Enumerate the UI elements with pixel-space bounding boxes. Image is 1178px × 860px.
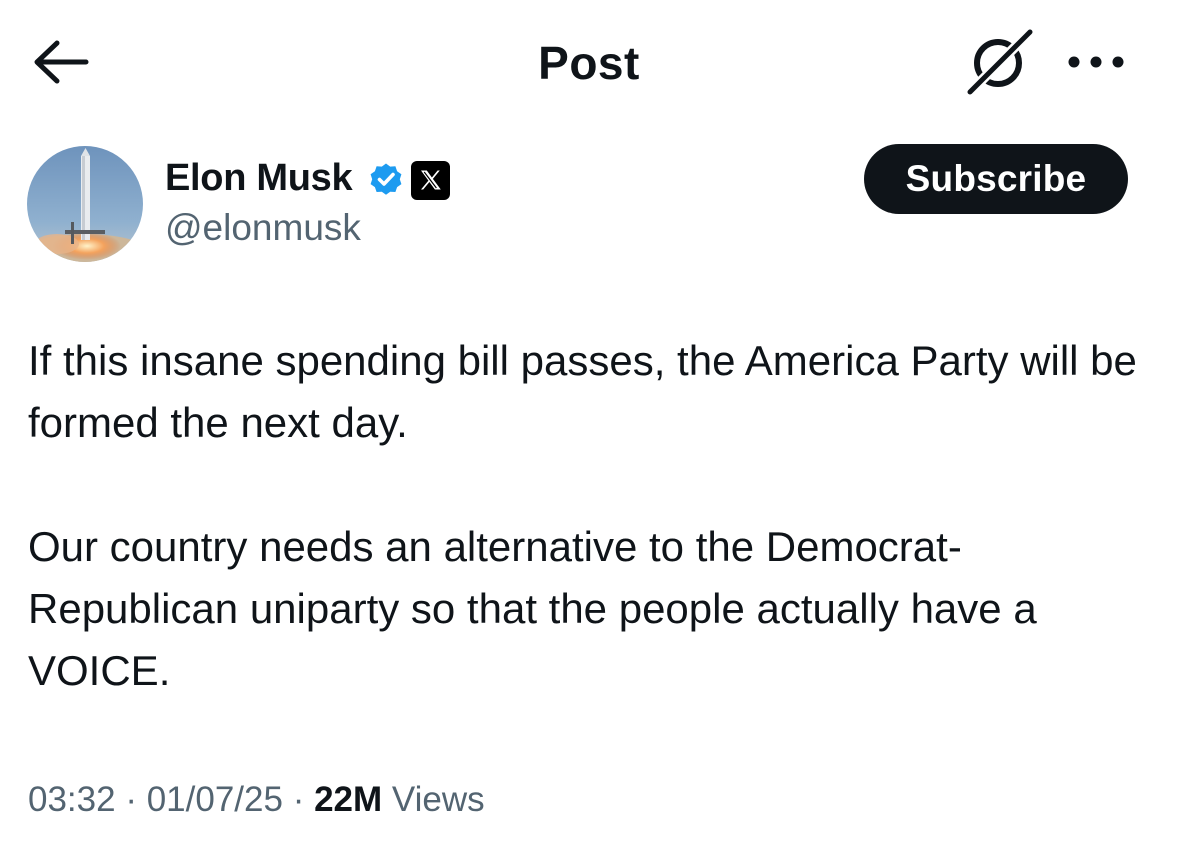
grok-button[interactable]	[962, 27, 1035, 97]
views-count[interactable]: 22M	[314, 780, 382, 819]
tweet-paragraph: If this insane spending bill passes, the…	[28, 337, 1137, 446]
rocket-avatar-image	[27, 146, 143, 262]
views-label[interactable]: Views	[392, 780, 485, 819]
meta-separator: ·	[292, 780, 305, 819]
author-name[interactable]: Elon Musk	[165, 155, 353, 201]
avatar[interactable]	[27, 146, 143, 262]
author-handle[interactable]: @elonmusk	[165, 206, 361, 250]
tweet-time[interactable]: 03:32	[28, 780, 116, 819]
tweet-meta: 03:32 · 01/07/25 · 22M Views	[28, 778, 485, 822]
tweet-text: If this insane spending bill passes, the…	[28, 330, 1148, 702]
grok-icon	[965, 27, 1035, 97]
meta-separator: ·	[125, 780, 137, 819]
more-options-button[interactable]	[1064, 50, 1128, 74]
x-logo-icon	[421, 170, 441, 190]
tweet-date[interactable]: 01/07/25	[147, 780, 283, 819]
verified-badge-icon	[370, 163, 402, 195]
subscribe-button[interactable]: Subscribe	[864, 144, 1128, 214]
more-dots-icon	[1068, 56, 1124, 68]
tweet-paragraph: Our country needs an alternative to the …	[28, 523, 1037, 694]
x-affiliate-badge[interactable]	[411, 161, 450, 200]
top-bar: Post	[0, 0, 1178, 125]
